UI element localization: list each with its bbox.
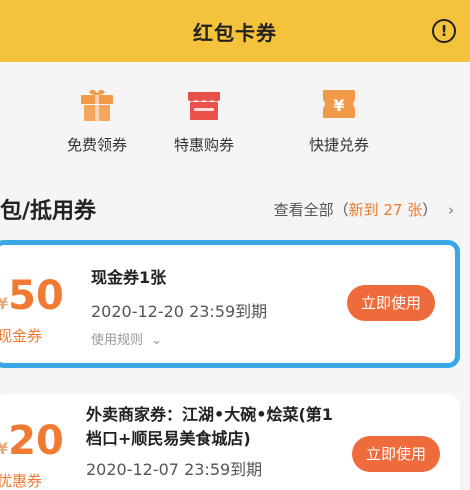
usage-rules-label: 使用规则 bbox=[91, 333, 144, 348]
amount-value: 50 bbox=[8, 273, 64, 319]
chevron-right-icon: › bbox=[448, 201, 454, 219]
gift-icon bbox=[77, 84, 117, 124]
coupon-expiry: 2020-12-07 23:59到期 bbox=[86, 460, 263, 479]
coupon-amount: ¥50 bbox=[0, 273, 64, 319]
coupon-card[interactable]: ¥50 现金券 现金券1张 2020-12-20 23:59到期 使用规则 ⌄ … bbox=[0, 240, 460, 368]
quick-exchange-label: 快捷兑券 bbox=[308, 136, 369, 154]
amount-value: 20 bbox=[8, 418, 64, 464]
view-all-link[interactable]: 查看全部（新到 27 张） › bbox=[274, 199, 454, 220]
shop-icon bbox=[184, 84, 224, 124]
usage-rules-toggle[interactable]: 使用规则 ⌄ bbox=[91, 329, 162, 348]
use-now-button[interactable]: 立即使用 bbox=[352, 436, 440, 472]
quick-exchange-button[interactable]: ¥ 快捷兑券 bbox=[284, 84, 394, 155]
page-title: 红包卡券 bbox=[193, 21, 277, 45]
discount-coupon-label: 特惠购券 bbox=[173, 136, 234, 154]
coupon-expiry: 2020-12-20 23:59到期 bbox=[91, 302, 268, 321]
info-icon[interactable]: ! bbox=[432, 19, 456, 43]
coupon-type: 现金券 bbox=[0, 327, 43, 345]
view-all-text: 查看全部（ bbox=[273, 201, 349, 219]
view-all-end: ） bbox=[422, 201, 438, 219]
free-coupon-button[interactable]: 免费领券 bbox=[42, 84, 152, 155]
top-bar: 红包卡券 ! bbox=[0, 0, 470, 62]
coupon-title: 外卖商家券：江湖•大碗•烩菜(第1档口+顺民易美食城店) bbox=[86, 405, 333, 448]
section-title: 包/抵用券 bbox=[0, 199, 97, 224]
chevron-down-icon: ⌄ bbox=[151, 333, 163, 348]
coupon-amount: ¥20 bbox=[0, 418, 64, 464]
quick-actions: 免费领券 特惠购券 ¥ 快捷兑券 bbox=[0, 62, 470, 172]
discount-coupon-button[interactable]: 特惠购券 bbox=[149, 84, 259, 155]
free-coupon-label: 免费领券 bbox=[66, 136, 127, 154]
currency-symbol: ¥ bbox=[0, 294, 9, 313]
currency-symbol: ¥ bbox=[0, 439, 9, 458]
coupon-title: 现金券1张 bbox=[91, 268, 167, 287]
coupon-card[interactable]: ¥20 优惠券 外卖商家券：江湖•大碗•烩菜(第1档口+顺民易美食城店) 202… bbox=[0, 394, 460, 490]
yen-ticket-icon: ¥ bbox=[319, 84, 359, 124]
svg-text:¥: ¥ bbox=[333, 96, 344, 115]
coupon-type: 优惠券 bbox=[0, 472, 43, 490]
use-now-button[interactable]: 立即使用 bbox=[347, 285, 435, 321]
new-count-text: 新到 27 张 bbox=[348, 201, 423, 219]
